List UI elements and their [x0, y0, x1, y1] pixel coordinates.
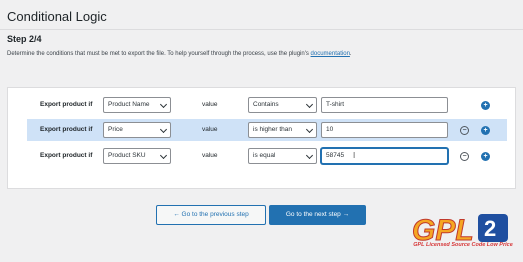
condition-label: Export product if — [40, 152, 93, 159]
operator-select-value: is higher than — [253, 126, 293, 133]
add-condition-button[interactable]: + — [481, 101, 490, 110]
value-input[interactable]: T-shirt — [321, 97, 448, 113]
conditions-panel: Export product if Product Name value Con… — [7, 87, 516, 189]
condition-label: Export product if — [40, 126, 93, 133]
operator-select[interactable]: Contains — [248, 97, 317, 113]
chevron-down-icon — [159, 125, 168, 134]
documentation-link[interactable]: documentation — [311, 51, 350, 57]
step-description: Determine the conditions that must be me… — [7, 51, 352, 57]
chevron-down-icon — [159, 100, 168, 109]
value-label: value — [202, 101, 218, 108]
add-condition-button[interactable]: + — [481, 152, 490, 161]
chevron-down-icon — [305, 100, 314, 109]
condition-row: Export product if Product Name value Con… — [8, 94, 517, 116]
condition-row-highlighted: Export product if Price value is higher … — [27, 119, 507, 141]
chevron-down-icon — [305, 125, 314, 134]
text-cursor-icon: I — [353, 151, 356, 160]
condition-row: Export product if Product SKU value is e… — [8, 145, 517, 167]
operator-select-value: Contains — [253, 101, 279, 108]
field-select[interactable]: Product Name — [103, 97, 171, 113]
gpl-logo-badge-mark: 2 — [484, 216, 496, 241]
condition-label: Export product if — [40, 101, 93, 108]
operator-select[interactable]: is equal — [248, 148, 317, 164]
description-text: Determine the conditions that must be me… — [7, 51, 311, 57]
next-step-button[interactable]: Go to the next step → — [269, 205, 366, 225]
gpl-logo: GPL 2 — [412, 214, 508, 248]
value-label: value — [202, 126, 218, 133]
operator-select-value: is equal — [253, 152, 276, 159]
chevron-down-icon — [159, 151, 168, 160]
remove-condition-button[interactable]: − — [460, 126, 469, 135]
operator-select[interactable]: is higher than — [248, 122, 317, 138]
value-input[interactable]: 10 — [321, 122, 448, 138]
field-select[interactable]: Product SKU — [103, 148, 171, 164]
value-input[interactable]: 58745 — [321, 148, 448, 164]
add-condition-button[interactable]: + — [481, 126, 490, 135]
field-select-value: Product Name — [108, 101, 150, 108]
previous-step-button[interactable]: ← Go to the previous step — [156, 205, 266, 225]
chevron-down-icon — [305, 151, 314, 160]
field-select-value: Product SKU — [108, 152, 146, 159]
page-title: Conditional Logic — [7, 9, 107, 24]
value-label: value — [202, 152, 218, 159]
field-select[interactable]: Price — [103, 122, 171, 138]
title-divider — [0, 29, 523, 30]
field-select-value: Price — [108, 126, 123, 133]
description-end: . — [349, 51, 352, 57]
step-title: Step 2/4 — [7, 34, 42, 44]
watermark-tagline: GPL Licensed Source Code Low Price — [413, 242, 513, 248]
remove-condition-button[interactable]: − — [460, 152, 469, 161]
